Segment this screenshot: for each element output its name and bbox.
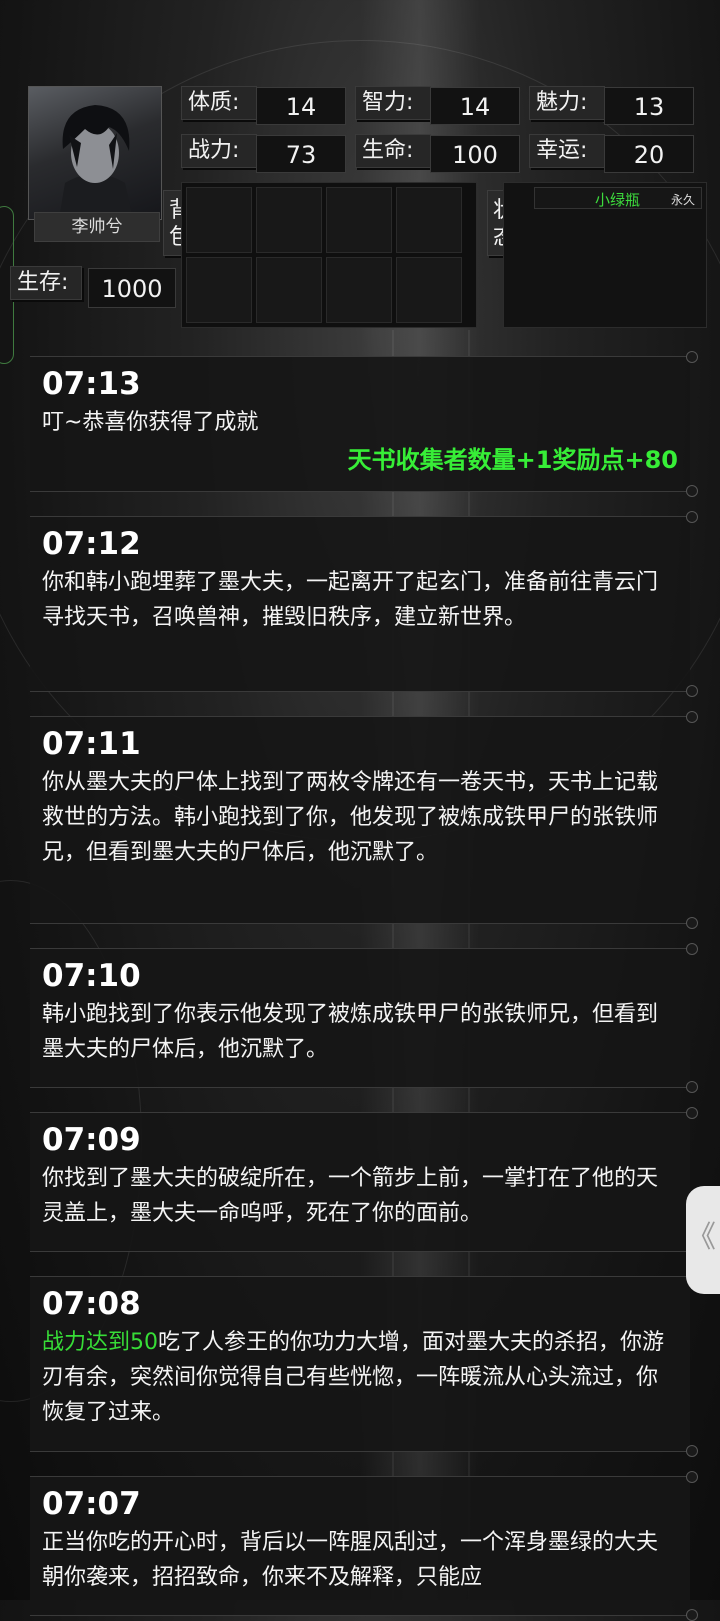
stat-label-charm: 魅力: (529, 86, 605, 120)
log-time: 07:12 (42, 526, 141, 562)
stat-value-intelligence: 14 (430, 87, 520, 125)
survive-label: 生存: (10, 266, 82, 300)
log-text: 战力达到50吃了人参王的你功力大增，面对墨大夫的杀招，你游刃有余，突然间你觉得自… (42, 1325, 678, 1430)
bag-slot[interactable] (186, 257, 252, 323)
log-time: 07:11 (42, 726, 141, 762)
log-time: 07:13 (42, 366, 141, 402)
log-text: 你从墨大夫的尸体上找到了两枚令牌还有一卷天书，天书上记载救世的方法。韩小跑找到了… (42, 770, 659, 865)
character-name: 李帅兮 (34, 212, 160, 242)
log-text: 你和韩小跑埋葬了墨大夫，一起离开了起玄门，准备前往青云门寻找天书，召唤兽神，摧毁… (42, 570, 659, 630)
stat-value-power: 73 (256, 135, 346, 173)
log-time: 07:08 (42, 1286, 141, 1322)
log-entry: 07:12 你和韩小跑埋葬了墨大夫，一起离开了起玄门，准备前往青云门寻找天书，召… (30, 511, 698, 697)
stat-value-luck: 20 (604, 135, 694, 173)
log-text: 正当你吃的开心时，背后以一阵腥风刮过，一个浑身墨绿的大夫朝你袭来，招招致命，你来… (42, 1530, 659, 1590)
log-text: 你找到了墨大夫的破绽所在，一个箭步上前，一掌打在了他的天灵盖上，墨大夫一命呜呼，… (42, 1166, 659, 1226)
log-time: 07:07 (42, 1486, 141, 1522)
log-entry: 07:09 你找到了墨大夫的破绽所在，一个箭步上前，一掌打在了他的天灵盖上，墨大… (30, 1107, 698, 1257)
log-text: 叮~恭喜你获得了成就 (42, 410, 259, 435)
log-entry: 07:10 韩小跑找到了你表示他发现了被炼成铁甲尸的张铁师兄，但看到墨大夫的尸体… (30, 943, 698, 1093)
stat-value-charm: 13 (604, 87, 694, 125)
log-entry: 07:08 战力达到50吃了人参王的你功力大增，面对墨大夫的杀招，你游刃有余，突… (30, 1271, 698, 1457)
log-entry: 07:11 你从墨大夫的尸体上找到了两枚令牌还有一卷天书，天书上记载救世的方法。… (30, 711, 698, 929)
stat-label-luck: 幸运: (529, 134, 605, 168)
stat-label-constitution: 体质: (181, 86, 257, 120)
bag-slot[interactable] (326, 187, 392, 253)
bag-slot[interactable] (326, 257, 392, 323)
log-time: 07:10 (42, 958, 141, 994)
status-effect-duration: 永久 (670, 193, 695, 207)
stat-label-power: 战力: (181, 134, 257, 168)
survive-value: 1000 (88, 268, 176, 308)
log-reward: 天书收集者数量+1奖励点+80 (347, 446, 678, 474)
stat-label-life: 生命: (355, 134, 431, 168)
stat-label-intelligence: 智力: (355, 86, 431, 120)
character-avatar[interactable] (28, 86, 162, 220)
bag-slot[interactable] (396, 257, 462, 323)
stat-value-constitution: 14 (256, 87, 346, 125)
bag-slot[interactable] (186, 187, 252, 253)
log-text: 韩小跑找到了你表示他发现了被炼成铁甲尸的张铁师兄，但看到墨大夫的尸体后，他沉默了… (42, 1002, 659, 1062)
log-time: 07:09 (42, 1122, 141, 1158)
log-highlight: 战力达到50 (42, 1330, 158, 1355)
bag-slot[interactable] (396, 187, 462, 253)
stat-value-life: 100 (430, 135, 520, 173)
log-entry: 07:07 正当你吃的开心时，背后以一阵腥风刮过，一个浑身墨绿的大夫朝你袭来，招… (30, 1471, 698, 1621)
bag-slot[interactable] (256, 187, 322, 253)
log-entry: 07:13 叮~恭喜你获得了成就 天书收集者数量+1奖励点+80 (30, 351, 698, 497)
status-effect-row[interactable]: 小绿瓶 永久 (534, 187, 702, 209)
side-drawer-tab[interactable]: 《 (686, 1186, 720, 1294)
status-effect-name: 小绿瓶 (595, 191, 641, 209)
bag-slot[interactable] (256, 257, 322, 323)
status-panel: 小绿瓶 永久 (503, 182, 707, 328)
bag-grid (181, 182, 477, 328)
avatar-portrait (59, 105, 133, 219)
